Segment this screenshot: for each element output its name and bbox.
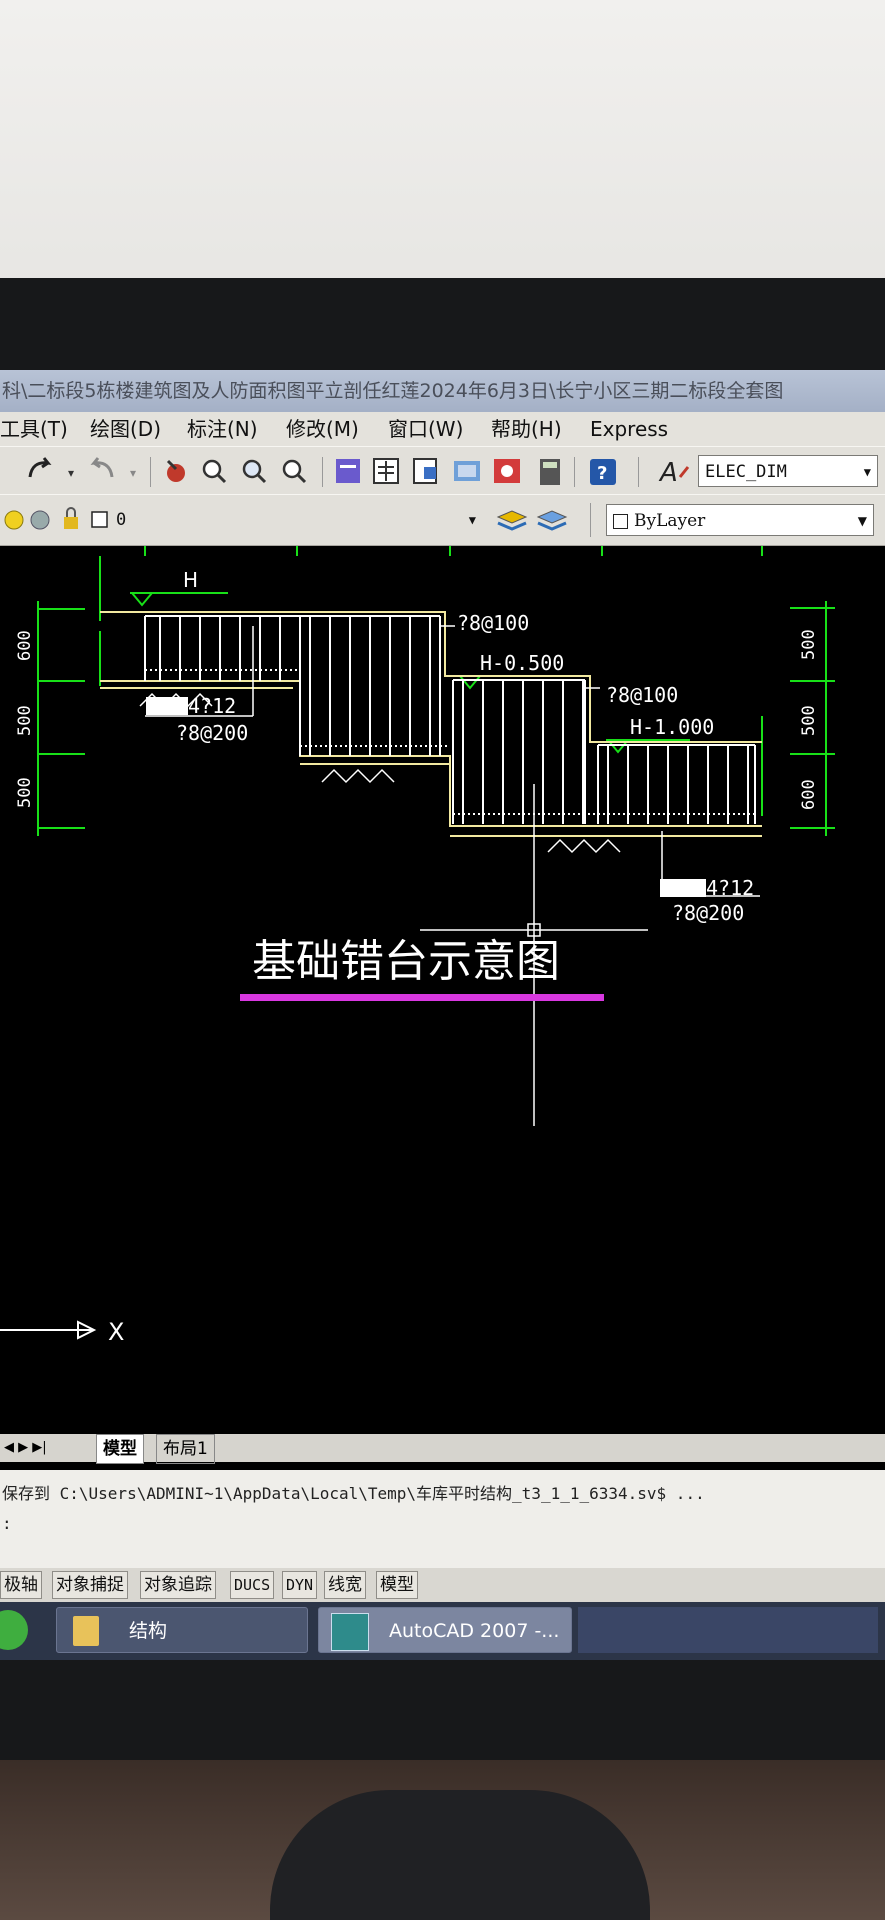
monitor-stand bbox=[270, 1790, 650, 1920]
properties-icon[interactable] bbox=[336, 459, 360, 483]
menu-dimension[interactable]: 标注(N) bbox=[187, 412, 258, 446]
menu-modify[interactable]: 修改(M) bbox=[286, 412, 359, 446]
text-style-dropdown[interactable]: ELEC_DIM ▼ bbox=[698, 455, 878, 487]
status-model[interactable]: 模型 bbox=[376, 1571, 418, 1599]
rebar-hatch-left bbox=[146, 697, 188, 715]
rebar-label-left-stir: ?8@200 bbox=[176, 721, 248, 745]
drawing-canvas: 1000 1000 1000 1000 600 500 500 500 500 … bbox=[0, 546, 835, 1346]
menu-express[interactable]: Express bbox=[590, 412, 668, 446]
text-style-icon[interactable]: A bbox=[658, 458, 690, 488]
tab-layout1[interactable]: 布局1 bbox=[156, 1434, 215, 1464]
make-layer-current-icon[interactable] bbox=[496, 510, 528, 531]
layer-on-icon[interactable] bbox=[4, 510, 24, 530]
layer-color-swatch-icon[interactable] bbox=[91, 511, 108, 528]
status-osnap[interactable]: 对象捕捉 bbox=[52, 1571, 128, 1599]
zoom-window-icon[interactable] bbox=[242, 459, 267, 484]
command-history-line: 保存到 C:\Users\ADMINI~1\AppData\Local\Temp… bbox=[2, 1484, 705, 1503]
menu-window[interactable]: 窗口(W) bbox=[388, 412, 463, 446]
command-prompt: : bbox=[2, 1514, 12, 1533]
layer-previous-icon[interactable] bbox=[536, 510, 568, 531]
ie-icon[interactable] bbox=[0, 1610, 28, 1650]
chevron-down-icon: ▼ bbox=[857, 514, 867, 528]
calculator-icon[interactable] bbox=[540, 459, 560, 485]
sheet-set-icon[interactable] bbox=[454, 461, 480, 481]
elevation-h-0500: H-0.500 bbox=[480, 651, 564, 675]
dim-right-3: 600 bbox=[799, 779, 819, 810]
window-titlebar: 科\二标段5栋楼建筑图及人防面积图平立剖任红莲2024年6月3日\长宁小区三期二… bbox=[0, 370, 885, 412]
rebar-label-right-main: 4?12 bbox=[706, 876, 754, 900]
autocad-icon bbox=[331, 1613, 369, 1651]
pan-icon[interactable] bbox=[166, 459, 185, 482]
zoom-previous-icon[interactable] bbox=[282, 459, 307, 484]
rebar-label-right-stir: ?8@200 bbox=[672, 901, 744, 925]
chevron-down-icon: ▼ bbox=[468, 513, 476, 527]
rebar-hatch-right bbox=[660, 879, 706, 897]
taskbar-empty bbox=[578, 1607, 878, 1653]
layers-toolbar: 0 ▼ ByLayer ▼ bbox=[0, 494, 885, 546]
text-style-value: ELEC_DIM bbox=[705, 462, 787, 482]
tab-model[interactable]: 模型 bbox=[96, 1434, 144, 1464]
color-value: ByLayer bbox=[634, 511, 706, 531]
undo-icon[interactable] bbox=[28, 457, 52, 478]
color-swatch-icon bbox=[613, 514, 628, 529]
dim-right-1: 500 bbox=[799, 629, 819, 660]
taskbar-autocad[interactable]: AutoCAD 2007 -... bbox=[318, 1607, 572, 1653]
status-ducs[interactable]: DUCS bbox=[230, 1571, 275, 1599]
svg-text:▾: ▾ bbox=[130, 466, 136, 480]
elevation-h-1000: H-1.000 bbox=[630, 715, 714, 739]
folder-icon bbox=[73, 1616, 99, 1646]
menu-bar: 工具(T) 绘图(D) 标注(N) 修改(M) 窗口(W) 帮助(H) Expr… bbox=[0, 412, 885, 446]
menu-help[interactable]: 帮助(H) bbox=[491, 412, 562, 446]
layer-lock-icon[interactable] bbox=[64, 507, 78, 529]
layer-freeze-icon[interactable] bbox=[30, 510, 50, 530]
windows-taskbar: 结构 AutoCAD 2007 -... bbox=[0, 1602, 885, 1660]
menu-draw[interactable]: 绘图(D) bbox=[90, 412, 161, 446]
standard-toolbar: ▾ ▾ ? A ELEC_DIM ▼ bbox=[0, 446, 885, 496]
taskbar-folder-label: 结构 bbox=[129, 1620, 168, 1642]
taskbar-autocad-label: AutoCAD 2007 -... bbox=[389, 1620, 560, 1642]
status-lineweight[interactable]: 线宽 bbox=[324, 1571, 366, 1599]
rebar-label-mid: ?8@100 bbox=[606, 683, 678, 707]
top-dimension-lines bbox=[37, 546, 835, 836]
drawing-area[interactable]: 1000 1000 1000 1000 600 500 500 500 500 … bbox=[0, 546, 885, 1404]
taskbar-folder[interactable]: 结构 bbox=[56, 1607, 308, 1653]
help-icon[interactable]: ? bbox=[590, 459, 616, 485]
zoom-realtime-icon[interactable] bbox=[202, 459, 227, 484]
svg-text:?: ? bbox=[597, 463, 607, 484]
color-dropdown[interactable]: ByLayer ▼ bbox=[606, 504, 874, 536]
layer-dropdown[interactable]: 0 ▼ bbox=[110, 504, 486, 536]
tab-nav-icon[interactable]: ◀ ▶ ▶| bbox=[4, 1434, 47, 1462]
dim-left-1: 600 bbox=[15, 630, 35, 661]
title-underline bbox=[240, 994, 604, 1001]
elevation-h: H bbox=[183, 568, 198, 592]
chevron-down-icon: ▼ bbox=[863, 465, 871, 479]
dim-left-3: 500 bbox=[15, 777, 35, 808]
status-polar[interactable]: 极轴 bbox=[0, 1571, 42, 1599]
dim-left-2: 500 bbox=[15, 705, 35, 736]
rebar-label-left-main: 4?12 bbox=[188, 694, 236, 718]
ucs-icon bbox=[0, 1320, 97, 1340]
drawing-title: 基础错台示意图 bbox=[252, 936, 560, 987]
markup-icon[interactable] bbox=[494, 459, 520, 483]
svg-text:A: A bbox=[658, 458, 678, 488]
status-bar: 极轴 对象捕捉 对象追踪 DUCS DYN 线宽 模型 bbox=[0, 1568, 885, 1602]
svg-text:▾: ▾ bbox=[68, 466, 74, 480]
rebar-label-top: ?8@100 bbox=[457, 611, 529, 635]
monitor-screen: 科\二标段5栋楼建筑图及人防面积图平立剖任红莲2024年6月3日\长宁小区三期二… bbox=[0, 370, 885, 1660]
command-window[interactable]: 保存到 C:\Users\ADMINI~1\AppData\Local\Temp… bbox=[0, 1470, 885, 1580]
status-otrack[interactable]: 对象追踪 bbox=[140, 1571, 216, 1599]
window-title: 科\二标段5栋楼建筑图及人防面积图平立剖任红莲2024年6月3日\长宁小区三期二… bbox=[2, 380, 784, 402]
layout-tabs: ◀ ▶ ▶| 模型 布局1 bbox=[0, 1434, 885, 1464]
wall-background bbox=[0, 0, 885, 290]
ucs-x-label: X bbox=[108, 1318, 124, 1346]
tool-palettes-icon[interactable] bbox=[413, 458, 437, 484]
status-dyn[interactable]: DYN bbox=[282, 1571, 318, 1599]
menu-tools[interactable]: 工具(T) bbox=[0, 412, 68, 446]
dim-right-2: 500 bbox=[799, 705, 819, 736]
layer-value: 0 bbox=[116, 510, 127, 530]
design-center-icon[interactable] bbox=[373, 458, 399, 484]
redo-icon[interactable] bbox=[90, 457, 114, 478]
